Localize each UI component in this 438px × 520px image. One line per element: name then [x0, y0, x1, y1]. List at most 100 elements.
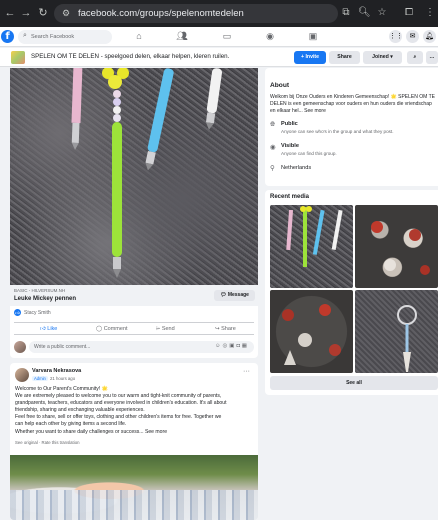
send-label: Send: [161, 326, 175, 332]
privacy-title: Public: [281, 121, 298, 127]
post-text: Welcome to Our Parent's Community! 🌟 We …: [15, 386, 253, 436]
photo-blanket: [10, 490, 258, 520]
admin-badge: Admin: [32, 376, 48, 381]
invite-button[interactable]: + Invite: [294, 51, 326, 64]
keychain-thumbnail-art: [397, 305, 417, 372]
ornaments-thumbnail-art: [371, 221, 430, 275]
group-name[interactable]: SPELEN OM TE DELEN - speelgoed delen, el…: [31, 53, 229, 60]
group-header: SPELEN OM TE DELEN - speelgoed delen, el…: [0, 48, 438, 67]
friends-icon[interactable]: 👥︎: [176, 31, 188, 42]
post-text-line: friendship, sharing and exchanging valua…: [15, 407, 145, 414]
like-label: Like: [47, 326, 58, 332]
see-original-link[interactable]: See original · Rate this translation: [15, 440, 80, 445]
send-icon: ⌲: [156, 326, 161, 332]
share-post-button[interactable]: ↪ Share: [215, 326, 236, 332]
link-domain: BASIC - HILVERSUM.NH: [14, 288, 66, 293]
post-card: Varvara Nekrasova Admin 21 hours ago ···…: [10, 363, 258, 520]
reactor-name: Stacy Smith: [24, 309, 51, 316]
back-icon[interactable]: ←: [4, 7, 16, 19]
media-thumbnail[interactable]: [355, 290, 438, 373]
more-icon[interactable]: ···: [243, 368, 250, 375]
messenger-icon[interactable]: ✉: [406, 30, 419, 43]
home-icon[interactable]: ⌂: [133, 31, 145, 41]
location-icon: ⚲: [270, 165, 275, 172]
joined-label: Joined: [372, 54, 389, 60]
forward-icon[interactable]: →: [20, 7, 32, 19]
post-text-line: grandparents, teachers, educators and ev…: [15, 400, 227, 407]
browser-menu-icon[interactable]: ⋮: [424, 7, 436, 19]
reaction-summary[interactable]: 👍︎ Stacy Smith: [14, 309, 51, 316]
ornaments-thumbnail-art: [282, 304, 341, 365]
visibility-subtitle: Anyone can find this group.: [281, 151, 337, 156]
url-text: facebook.com/groups/spelenomtedelen: [78, 8, 244, 19]
media-thumbnail[interactable]: [270, 205, 353, 288]
visibility-title: Visible: [281, 143, 299, 149]
post-photo[interactable]: [10, 68, 258, 285]
about-description: Welkom bij Onze Ouders en Kinderen Gemee…: [270, 94, 436, 114]
pens-illustration: [71, 68, 223, 278]
bell-icon[interactable]: 🔔︎: [423, 30, 436, 43]
post-text-line: Feel free to share, sell or offer toys, …: [15, 414, 222, 421]
post-text-line: can help each other by giving items a se…: [15, 421, 127, 428]
comment-button[interactable]: ◯ Comment: [96, 326, 128, 332]
comment-icon: ◯: [96, 326, 103, 332]
location-text: Netherlands: [281, 165, 312, 171]
search-input[interactable]: ⌕ Search Facebook: [18, 30, 112, 44]
media-thumbnail[interactable]: [270, 290, 353, 373]
group-thumbnail[interactable]: [11, 51, 25, 64]
comment-tools-icons[interactable]: ☺◎▣◘▦: [215, 343, 249, 349]
avatar[interactable]: [15, 368, 29, 382]
like-icon: 👍︎: [40, 326, 46, 332]
see-all-button[interactable]: See all: [270, 376, 438, 390]
post-text-line: Welcome to Our Parent's Community! 🌟: [15, 386, 108, 392]
recent-media-title: Recent media: [270, 194, 310, 200]
recent-media-card: Recent media See all: [265, 190, 438, 395]
comment-input[interactable]: Write a public comment... ☺◎▣◘▦: [29, 341, 254, 353]
groups-icon[interactable]: ◉: [264, 31, 276, 42]
post-time[interactable]: 21 hours ago: [50, 376, 75, 381]
like-reaction-icon: 👍︎: [14, 309, 21, 316]
video-icon[interactable]: ▭: [221, 31, 233, 42]
browser-toolbar: ← → ↻ ⚙ facebook.com/groups/spelenomtede…: [0, 0, 438, 27]
comment-placeholder: Write a public comment...: [34, 344, 91, 350]
about-card: About Welkom bij Onze Ouders en Kinderen…: [265, 68, 438, 186]
post-card: BASIC - HILVERSUM.NH Leuke Mickey pennen…: [10, 68, 258, 358]
post-text-line: We are extremely pleased to welcome you …: [15, 393, 222, 400]
star-icon[interactable]: ☆: [376, 7, 388, 19]
tune-icon[interactable]: ⚙: [62, 8, 70, 19]
send-button[interactable]: ⌲ Send: [156, 326, 175, 333]
search-placeholder: Search Facebook: [31, 34, 75, 40]
message-label: Message: [227, 292, 249, 298]
post-photo[interactable]: [10, 455, 258, 520]
search-icon: ⌕: [23, 32, 27, 39]
privacy-subtitle: Anyone can see who's in the group and wh…: [281, 129, 394, 134]
link-preview[interactable]: BASIC - HILVERSUM.NH Leuke Mickey pennen…: [10, 285, 258, 306]
globe-icon: 🌐︎: [270, 121, 276, 128]
share-button[interactable]: Share: [329, 51, 360, 64]
post-actions: 👍︎ Like ◯ Comment ⌲ Send ↪ Share: [14, 322, 254, 335]
about-title: About: [270, 82, 290, 89]
avatar[interactable]: [14, 341, 26, 353]
comment-label: Comment: [103, 326, 128, 332]
pens-thumbnail-art: [286, 206, 343, 267]
eye-icon: ◉: [270, 144, 276, 151]
address-bar[interactable]: ⚙ facebook.com/groups/spelenomtedelen: [54, 4, 338, 23]
message-button[interactable]: 💬︎ Message: [214, 290, 255, 301]
joined-button[interactable]: Joined ▾: [363, 51, 402, 64]
facebook-logo-icon[interactable]: f: [1, 30, 14, 43]
post-text-line[interactable]: Whether you want to share daily challeng…: [15, 429, 253, 436]
like-button[interactable]: 👍︎ Like: [40, 326, 57, 332]
author-name[interactable]: Varvara Nekrasova: [32, 368, 81, 374]
reload-icon[interactable]: ↻: [37, 7, 49, 19]
extensions-icon[interactable]: ⧠: [403, 7, 415, 19]
zoom-icon[interactable]: 🔍︎: [358, 7, 371, 19]
share-icon: ↪: [215, 326, 220, 332]
menu-icon[interactable]: ⋮⋮: [389, 30, 403, 43]
comment-composer: Write a public comment... ☺◎▣◘▦: [14, 341, 254, 354]
install-app-icon[interactable]: ⧉: [340, 7, 352, 19]
group-more-button[interactable]: …: [426, 51, 438, 64]
link-title[interactable]: Leuke Mickey pennen: [14, 296, 76, 302]
gaming-icon[interactable]: ▣: [307, 31, 319, 42]
group-search-button[interactable]: ⌕: [407, 51, 423, 64]
media-thumbnail[interactable]: [355, 205, 438, 288]
